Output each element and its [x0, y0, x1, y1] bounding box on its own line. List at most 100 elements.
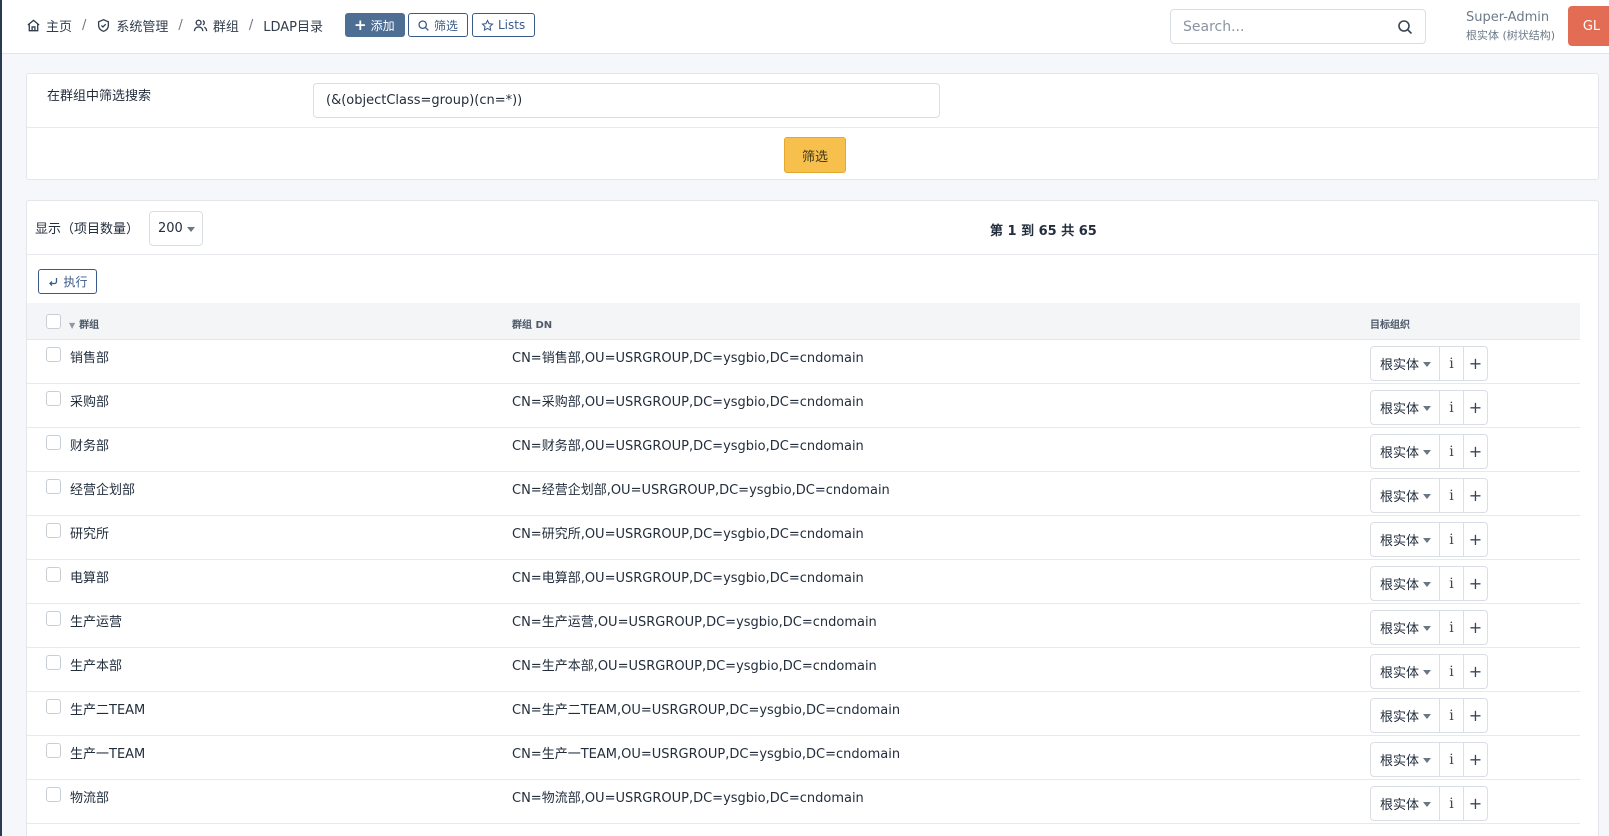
plus-icon[interactable]: +	[1464, 390, 1488, 425]
info-icon[interactable]: i	[1440, 698, 1464, 733]
plus-icon[interactable]: +	[1464, 610, 1488, 645]
row-checkbox[interactable]	[46, 611, 61, 626]
table-row: 生产本部 CN=生产本部,OU=USRGROUP,DC=ysgbio,DC=cnd…	[27, 648, 1580, 692]
entity-dropdown-value: 根实体	[1380, 534, 1420, 549]
row-checkbox[interactable]	[46, 523, 61, 538]
row-checkbox[interactable]	[46, 347, 61, 362]
plus-icon[interactable]: +	[1464, 522, 1488, 557]
entity-dropdown[interactable]: 根实体	[1370, 610, 1440, 645]
group-name[interactable]: 经营企划部	[70, 479, 135, 498]
plus-icon[interactable]: +	[1464, 346, 1488, 381]
entity-dropdown[interactable]: 根实体	[1370, 346, 1440, 381]
group-name[interactable]: 生产一TEAM	[70, 743, 145, 762]
shield-icon	[98, 18, 110, 33]
plus-icon[interactable]: +	[1464, 478, 1488, 513]
info-icon[interactable]: i	[1440, 742, 1464, 777]
row-checkbox[interactable]	[46, 787, 61, 802]
breadcrumb-ldap-label: LDAP目录	[263, 20, 323, 35]
filter-toggle-button[interactable]: 筛选	[408, 13, 468, 37]
breadcrumb-separator: /	[82, 18, 87, 33]
info-icon[interactable]: i	[1440, 566, 1464, 601]
group-name[interactable]: 生产本部	[70, 655, 122, 674]
group-dn: CN=研究所,OU=USRGROUP,DC=ysgbio,DC=cndomain	[512, 527, 864, 542]
group-name[interactable]: 生产运营	[70, 611, 122, 630]
group-name[interactable]: 财务部	[70, 435, 109, 454]
execute-button-label: 执行	[63, 275, 88, 289]
group-name[interactable]: 采购部	[70, 391, 109, 410]
filter-submit-button[interactable]: 筛选	[784, 137, 846, 173]
execute-button[interactable]: 执行	[38, 269, 97, 294]
plus-icon[interactable]: +	[1464, 698, 1488, 733]
row-checkbox[interactable]	[46, 435, 61, 450]
entity-dropdown[interactable]: 根实体	[1370, 390, 1440, 425]
group-name[interactable]: 物流部	[70, 787, 109, 806]
plus-icon[interactable]: +	[1464, 654, 1488, 689]
home-icon	[27, 19, 40, 32]
entity-dropdown-value: 根实体	[1380, 358, 1420, 373]
return-arrow-icon	[49, 277, 58, 286]
add-button[interactable]: + 添加	[345, 13, 405, 37]
lists-button[interactable]: Lists	[472, 13, 535, 37]
entity-dropdown[interactable]: 根实体	[1370, 698, 1440, 733]
avatar[interactable]: GL	[1568, 6, 1609, 46]
user-entity[interactable]: 根实体 (树状结构)	[1466, 27, 1555, 43]
table-row: 采购部 CN=采购部,OU=USRGROUP,DC=ysgbio,DC=cndom…	[27, 384, 1580, 428]
page-size-select[interactable]: 200	[149, 211, 203, 246]
column-header-group[interactable]: ▼ 群组	[69, 316, 99, 331]
info-icon[interactable]: i	[1440, 390, 1464, 425]
breadcrumb-admin[interactable]: 系统管理	[96, 16, 168, 35]
group-name[interactable]: 研究所	[70, 523, 109, 542]
entity-dropdown[interactable]: 根实体	[1370, 654, 1440, 689]
info-icon[interactable]: i	[1440, 654, 1464, 689]
chevron-down-icon	[1423, 714, 1432, 719]
chevron-down-icon	[1423, 450, 1432, 455]
entity-dropdown[interactable]: 根实体	[1370, 522, 1440, 557]
column-header-entity[interactable]: 目标组织	[1370, 316, 1410, 331]
group-dn: CN=电算部,OU=USRGROUP,DC=ysgbio,DC=cndomain	[512, 571, 864, 586]
entity-dropdown[interactable]: 根实体	[1370, 742, 1440, 777]
row-checkbox[interactable]	[46, 391, 61, 406]
row-checkbox[interactable]	[46, 567, 61, 582]
plus-icon[interactable]: +	[1464, 434, 1488, 469]
info-icon[interactable]: i	[1440, 346, 1464, 381]
breadcrumb-groups[interactable]: 群组	[193, 16, 239, 35]
column-header-dn[interactable]: 群组 DN	[512, 316, 552, 331]
entity-dropdown-value: 根实体	[1380, 754, 1420, 769]
table-row: 经营企划部 CN=经营企划部,OU=USRGROUP,DC=ysgbio,DC=c…	[27, 472, 1580, 516]
info-icon[interactable]: i	[1440, 478, 1464, 513]
info-icon[interactable]: i	[1440, 434, 1464, 469]
select-all-checkbox[interactable]	[46, 314, 61, 329]
row-checkbox[interactable]	[46, 743, 61, 758]
entity-dropdown[interactable]: 根实体	[1370, 478, 1440, 513]
divider	[27, 254, 1598, 255]
search-icon[interactable]	[1397, 19, 1413, 35]
row-checkbox[interactable]	[46, 699, 61, 714]
plus-icon: +	[354, 15, 367, 34]
global-search-input[interactable]	[1171, 10, 1381, 43]
breadcrumb-home[interactable]: 主页	[26, 16, 72, 35]
plus-icon[interactable]: +	[1464, 742, 1488, 777]
group-name[interactable]: 电算部	[70, 567, 109, 586]
plus-icon[interactable]: +	[1464, 566, 1488, 601]
group-name[interactable]: 销售部	[70, 347, 109, 366]
entity-dropdown[interactable]: 根实体	[1370, 434, 1440, 469]
entity-dropdown[interactable]: 根实体	[1370, 566, 1440, 601]
info-icon[interactable]: i	[1440, 522, 1464, 557]
lists-button-label: Lists	[498, 18, 526, 32]
plus-icon[interactable]: +	[1464, 786, 1488, 821]
page-size-value: 200	[158, 221, 183, 236]
info-icon[interactable]: i	[1440, 610, 1464, 645]
entity-dropdown-value: 根实体	[1380, 490, 1420, 505]
group-name[interactable]: 生产二TEAM	[70, 699, 145, 718]
ldap-filter-input[interactable]	[313, 83, 940, 118]
breadcrumb-separator: /	[248, 18, 254, 33]
top-header: 主页 / 系统管理 / 群组 / LDAP目录 + 添加 筛选 Lists Su…	[2, 0, 1609, 54]
row-checkbox[interactable]	[46, 655, 61, 670]
entity-dropdown-value: 根实体	[1380, 578, 1420, 593]
row-checkbox[interactable]	[46, 479, 61, 494]
info-icon[interactable]: i	[1440, 786, 1464, 821]
user-name[interactable]: Super-Admin	[1466, 10, 1549, 25]
entity-dropdown[interactable]: 根实体	[1370, 786, 1440, 821]
breadcrumb-ldap[interactable]: LDAP目录	[263, 16, 323, 35]
filter-toggle-label: 筛选	[434, 18, 459, 33]
